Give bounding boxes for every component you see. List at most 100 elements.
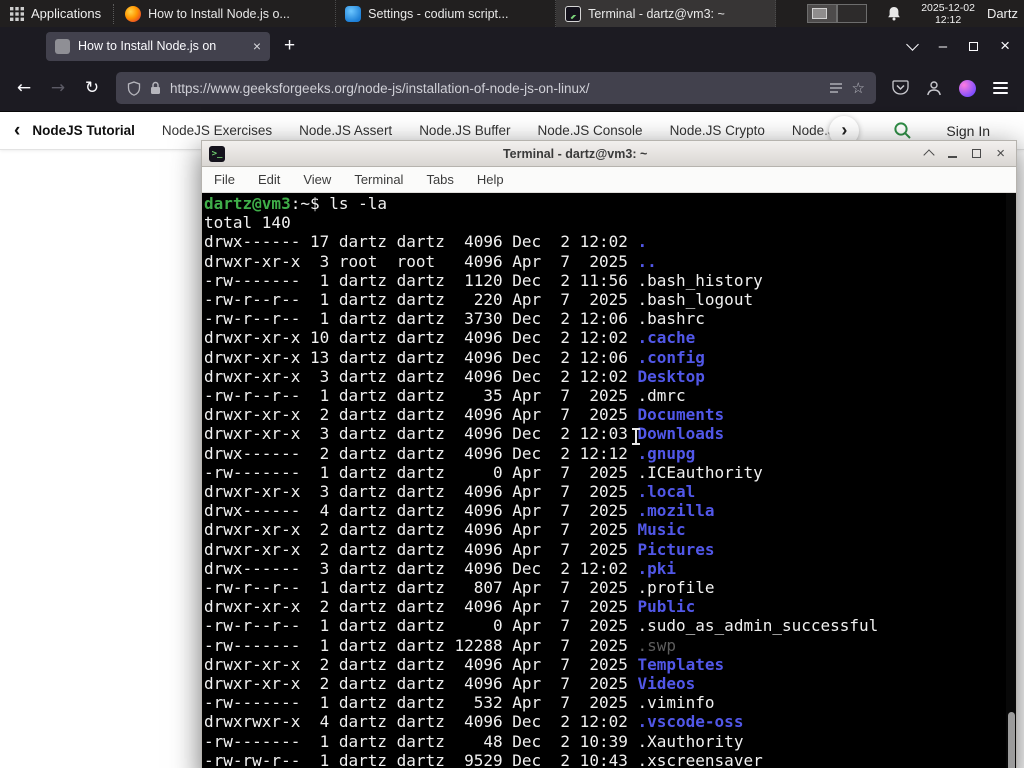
site-nav-item[interactable]: NodeJS Exercises bbox=[162, 123, 272, 138]
listing-name: .sudo_as_admin_successful bbox=[637, 616, 879, 636]
taskbar-item-2[interactable]: Settings - codium script... bbox=[336, 0, 557, 27]
listing-line: -rw------- 1 dartz dartz 0 Apr 7 2025 .I… bbox=[204, 463, 1016, 482]
window-maximize-button[interactable] bbox=[969, 41, 979, 51]
listing-meta: -rw-r--r-- 1 dartz dartz 807 Apr 7 2025 bbox=[204, 578, 638, 598]
total-line: total 140 bbox=[204, 213, 291, 233]
listing-line: drwxr-xr-x 3 dartz dartz 4096 Dec 2 12:0… bbox=[204, 424, 1016, 443]
listing-meta: -rw------- 1 dartz dartz 532 Apr 7 2025 bbox=[204, 693, 638, 713]
workspace-switcher[interactable] bbox=[807, 4, 868, 23]
terminal-menu-help[interactable]: Help bbox=[477, 172, 504, 187]
window-close-button[interactable]: × bbox=[1000, 36, 1010, 56]
notifications-bell-icon[interactable] bbox=[887, 6, 901, 21]
site-nav-item[interactable]: Node.JS Crypto bbox=[670, 123, 765, 138]
menu-hamburger-icon[interactable] bbox=[993, 82, 1008, 94]
top-panel: Applications How to Install Node.js o...… bbox=[0, 0, 1024, 27]
terminal-maximize-button[interactable] bbox=[972, 149, 982, 158]
listing-meta: drwxrwxr-x 4 dartz dartz 4096 Dec 2 12:0… bbox=[204, 712, 638, 732]
reader-view-icon[interactable] bbox=[829, 82, 843, 95]
tab-favicon-icon bbox=[55, 38, 70, 54]
pocket-icon[interactable] bbox=[892, 80, 909, 96]
listing-meta: -rw------- 1 dartz dartz 12288 Apr 7 202… bbox=[204, 635, 638, 655]
listing-name: .bashrc bbox=[637, 309, 705, 329]
listing-line: drwxr-xr-x 3 root root 4096 Apr 7 2025 .… bbox=[204, 252, 1016, 271]
listing-meta: drwx------ 2 dartz dartz 4096 Dec 2 12:1… bbox=[204, 443, 638, 463]
listing-name: .ICEauthority bbox=[637, 462, 763, 482]
tracking-shield-icon[interactable] bbox=[127, 80, 141, 96]
window-minimize-button[interactable]: – bbox=[939, 38, 947, 55]
listing-meta: drwxr-xr-x 3 root root 4096 Apr 7 2025 bbox=[204, 251, 638, 271]
workspace-2[interactable] bbox=[837, 4, 868, 23]
listing-line: -rw------- 1 dartz dartz 48 Dec 2 10:39 … bbox=[204, 732, 1016, 751]
listing-meta: drwxr-xr-x 2 dartz dartz 4096 Apr 7 2025 bbox=[204, 405, 638, 425]
listing-name: .local bbox=[637, 482, 696, 502]
listing-meta: drwxr-xr-x 10 dartz dartz 4096 Dec 2 12:… bbox=[204, 328, 638, 348]
listing-meta: -rw------- 1 dartz dartz 0 Apr 7 2025 bbox=[204, 462, 638, 482]
terminal-window: >_ Terminal - dartz@vm3: ~ × File Edit Vie… bbox=[201, 140, 1017, 768]
terminal-title: Terminal - dartz@vm3: ~ bbox=[502, 146, 648, 161]
terminal-titlebar[interactable]: >_ Terminal - dartz@vm3: ~ × bbox=[202, 141, 1016, 167]
listing-name: .bash_history bbox=[637, 270, 763, 290]
listing-meta: drwxr-xr-x 2 dartz dartz 4096 Apr 7 2025 bbox=[204, 674, 638, 694]
site-nav-item[interactable]: Node.JS Assert bbox=[299, 123, 392, 138]
listing-name: Desktop bbox=[637, 366, 705, 386]
terminal-screen[interactable]: dartz@vm3:~$ ls -la total 140 drwx------ 1… bbox=[202, 193, 1016, 768]
panel-clock[interactable]: 2025-12-02 12:12 bbox=[921, 2, 975, 26]
prompt-line: dartz@vm3:~$ ls -la bbox=[204, 194, 1016, 213]
listing-name: . bbox=[637, 232, 648, 252]
tab-title: How to Install Node.js on bbox=[78, 39, 217, 53]
listing-line: drwxr-xr-x 2 dartz dartz 4096 Apr 7 2025… bbox=[204, 674, 1016, 693]
listing-name: .config bbox=[637, 347, 705, 367]
nav-scroll-left-icon[interactable]: ‹ bbox=[14, 120, 20, 142]
forward-button[interactable]: → bbox=[42, 72, 74, 104]
terminal-close-button[interactable]: × bbox=[996, 146, 1005, 161]
listing-name: .bash_logout bbox=[637, 290, 754, 310]
applications-menu[interactable]: Applications bbox=[0, 0, 111, 27]
taskbar-item-label: Settings - codium script... bbox=[368, 6, 509, 21]
listing-line: -rw-r--r-- 1 dartz dartz 35 Apr 7 2025 .… bbox=[204, 386, 1016, 405]
terminal-shade-button[interactable] bbox=[923, 149, 935, 161]
listing-meta: -rw-r--r-- 1 dartz dartz 35 Apr 7 2025 bbox=[204, 386, 638, 406]
listing-name: .cache bbox=[637, 328, 696, 348]
workspace-1[interactable] bbox=[807, 4, 838, 23]
back-button[interactable]: ← bbox=[8, 72, 40, 104]
taskbar-item-3[interactable]: Terminal - dartz@vm3: ~ bbox=[556, 0, 777, 27]
browser-tab[interactable]: How to Install Node.js on × bbox=[46, 31, 270, 61]
search-icon[interactable] bbox=[893, 121, 912, 140]
site-nav-item[interactable]: Node.JS Console bbox=[538, 123, 643, 138]
terminal-menu-terminal[interactable]: Terminal bbox=[354, 172, 403, 187]
listing-name: .gnupg bbox=[637, 443, 696, 463]
taskbar: How to Install Node.js o... Settings - co… bbox=[116, 0, 797, 27]
url-bar[interactable]: https://www.geeksforgeeks.org/node-js/in… bbox=[116, 72, 876, 104]
listing-name: .dmrc bbox=[637, 386, 686, 406]
profile-avatar-icon[interactable] bbox=[959, 79, 976, 97]
listing-line: -rw-r--r-- 1 dartz dartz 807 Apr 7 2025 … bbox=[204, 578, 1016, 597]
site-nav-item[interactable]: Node.JS Buffer bbox=[419, 123, 510, 138]
url-text[interactable]: https://www.geeksforgeeks.org/node-js/in… bbox=[170, 81, 820, 96]
listing-name: .swp bbox=[637, 635, 677, 655]
lock-icon[interactable] bbox=[150, 81, 161, 95]
terminal-scrollbar[interactable] bbox=[1006, 193, 1016, 768]
listing-meta: -rw-r--r-- 1 dartz dartz 3730 Dec 2 12:0… bbox=[204, 309, 638, 329]
bookmark-star-icon[interactable]: ☆ bbox=[852, 79, 865, 97]
terminal-menu-edit[interactable]: Edit bbox=[258, 172, 280, 187]
sign-in-link[interactable]: Sign In bbox=[946, 123, 990, 139]
taskbar-item-1[interactable]: How to Install Node.js o... bbox=[116, 0, 337, 27]
listing-meta: drwx------ 3 dartz dartz 4096 Dec 2 12:0… bbox=[204, 558, 638, 578]
terminal-scrollbar-thumb[interactable] bbox=[1008, 712, 1015, 768]
terminal-minimize-button[interactable] bbox=[948, 155, 958, 158]
new-tab-button[interactable]: + bbox=[284, 35, 295, 57]
terminal-menu-view[interactable]: View bbox=[303, 172, 331, 187]
site-nav-item[interactable]: NodeJS Tutorial bbox=[32, 123, 135, 138]
listing-line: -rw------- 1 dartz dartz 1120 Dec 2 11:5… bbox=[204, 271, 1016, 290]
terminal-menu-tabs[interactable]: Tabs bbox=[426, 172, 453, 187]
applications-grid-icon bbox=[10, 6, 24, 21]
terminal-menu-file[interactable]: File bbox=[214, 172, 235, 187]
command-text: ls -la bbox=[329, 194, 388, 213]
account-icon[interactable] bbox=[926, 80, 942, 96]
tab-close-icon[interactable]: × bbox=[253, 38, 261, 54]
listing-meta: drwxr-xr-x 13 dartz dartz 4096 Dec 2 12:… bbox=[204, 347, 638, 367]
panel-user[interactable]: Dartz bbox=[987, 6, 1018, 21]
listing-name: Documents bbox=[637, 405, 725, 425]
list-all-tabs-icon[interactable] bbox=[905, 38, 919, 51]
reload-button[interactable]: ↻ bbox=[76, 72, 108, 104]
